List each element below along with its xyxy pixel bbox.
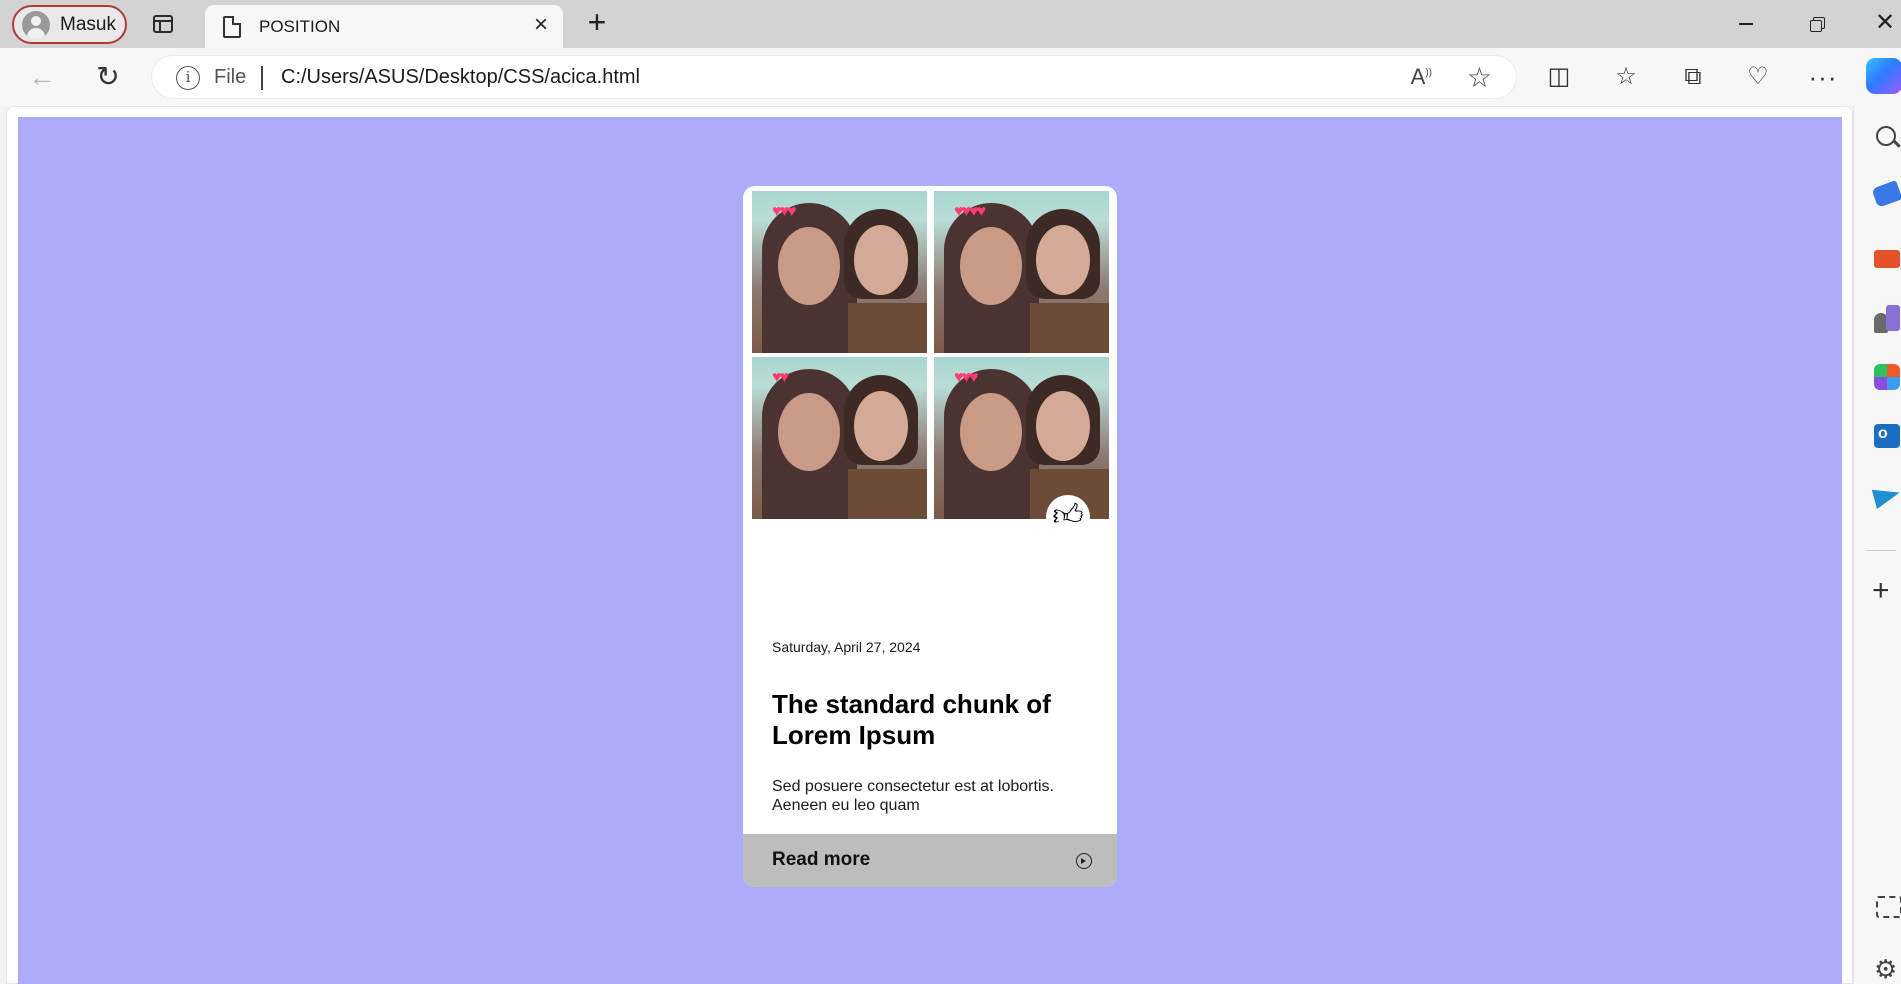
circle-arrow-right-icon bbox=[1076, 853, 1092, 869]
post-headline: The standard chunk of Lorem Ipsum bbox=[772, 689, 1051, 750]
read-more-button[interactable]: Read more bbox=[743, 834, 1117, 887]
post-date: Saturday, April 27, 2024 bbox=[772, 639, 921, 655]
tab-actions-icon bbox=[153, 15, 173, 33]
photo: ♥♥ bbox=[752, 357, 927, 519]
back-icon[interactable]: ← bbox=[25, 60, 59, 94]
tools-icon[interactable] bbox=[1874, 250, 1900, 268]
edge-sidebar: + ⚙ bbox=[1853, 106, 1901, 984]
browser-essentials-icon[interactable]: ♡ bbox=[1741, 60, 1775, 94]
profile-label: Masuk bbox=[60, 13, 116, 35]
search-icon[interactable] bbox=[1874, 124, 1901, 154]
games-icon[interactable] bbox=[1874, 303, 1901, 333]
hearts-decoration: ♥♥♥♥ bbox=[954, 203, 986, 220]
page-icon bbox=[223, 15, 241, 38]
split-screen-icon[interactable]: ◫ bbox=[1542, 60, 1576, 94]
collections-icon[interactable]: ⧉ bbox=[1676, 60, 1710, 94]
refresh-icon[interactable]: ↻ bbox=[91, 60, 125, 94]
read-more-label: Read more bbox=[772, 849, 871, 870]
minimize-button[interactable] bbox=[1731, 8, 1761, 38]
address-bar[interactable]: i File C:/Users/ASUS/Desktop/CSS/acica.h… bbox=[151, 55, 1517, 99]
shopping-tag-icon[interactable] bbox=[1871, 180, 1901, 208]
photo: ♥♥♥ bbox=[752, 191, 927, 353]
close-icon[interactable]: × bbox=[529, 13, 553, 38]
read-aloud-icon[interactable]: A)) bbox=[1411, 64, 1432, 90]
post-excerpt: Sed posuere consectetur est at lobortis.… bbox=[772, 778, 1054, 814]
send-icon[interactable] bbox=[1871, 482, 1901, 510]
address-url[interactable]: C:/Users/ASUS/Desktop/CSS/acica.html bbox=[281, 66, 640, 89]
profile-avatar-icon bbox=[22, 10, 50, 39]
info-icon[interactable]: i bbox=[176, 66, 200, 90]
photo: ♥♥♥♥ bbox=[934, 191, 1109, 353]
hearts-decoration: ♥♥ bbox=[772, 369, 789, 386]
office-icon[interactable] bbox=[1874, 364, 1900, 390]
photo-grid: ♥♥♥ ♥♥♥♥ ♥♥ ♥♥♥ bbox=[752, 191, 1109, 519]
tab-strip: Masuk POSITION × + ✕ bbox=[0, 0, 1901, 48]
address-scheme: File bbox=[214, 66, 247, 88]
copilot-icon[interactable] bbox=[1866, 58, 1901, 94]
active-tab[interactable]: POSITION × bbox=[205, 5, 563, 48]
favorite-star-icon[interactable]: ☆ bbox=[1467, 61, 1492, 94]
tab-title: POSITION bbox=[259, 16, 341, 36]
sidebar-divider bbox=[1866, 550, 1896, 551]
hearts-decoration: ♥♥♥ bbox=[772, 203, 796, 220]
window-close-button[interactable]: ✕ bbox=[1870, 8, 1900, 38]
outlook-icon[interactable] bbox=[1874, 424, 1900, 448]
page-content: ♥♥♥ ♥♥♥♥ ♥♥ ♥♥♥ 👍︎ Saturday, April 27, 2… bbox=[18, 117, 1842, 984]
post-card: ♥♥♥ ♥♥♥♥ ♥♥ ♥♥♥ 👍︎ Saturday, April 27, 2… bbox=[743, 186, 1117, 887]
profile-button[interactable]: Masuk bbox=[12, 5, 127, 44]
favorites-icon[interactable]: ☆ bbox=[1609, 60, 1643, 94]
address-separator bbox=[261, 66, 263, 90]
toolbar: ← ↻ i File C:/Users/ASUS/Desktop/CSS/aci… bbox=[0, 48, 1901, 106]
new-tab-icon[interactable]: + bbox=[582, 6, 612, 38]
settings-icon[interactable]: ⚙ bbox=[1874, 954, 1901, 984]
more-icon[interactable]: ··· bbox=[1806, 60, 1840, 94]
thumbs-up-icon[interactable]: 👍︎ bbox=[1046, 495, 1090, 539]
restore-button[interactable] bbox=[1802, 8, 1832, 38]
photo: ♥♥♥ bbox=[934, 357, 1109, 519]
tab-actions-button[interactable] bbox=[148, 10, 178, 38]
hearts-decoration: ♥♥♥ bbox=[954, 369, 978, 386]
screenshot-icon[interactable] bbox=[1876, 896, 1901, 918]
add-icon[interactable]: + bbox=[1872, 576, 1901, 606]
